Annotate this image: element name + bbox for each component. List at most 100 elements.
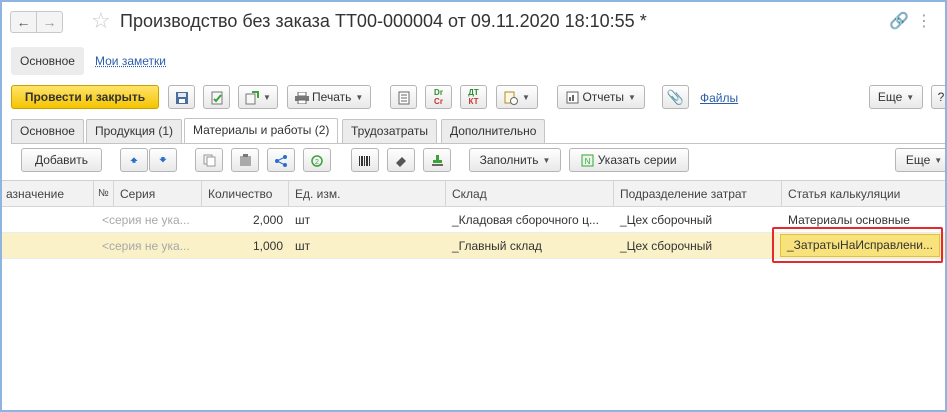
split-icon [275, 154, 287, 167]
cell-unit[interactable]: шт [289, 207, 446, 232]
dt-label: ДТ [468, 88, 479, 97]
cell-warehouse[interactable]: _Главный склад [446, 233, 614, 258]
tab-main[interactable]: Основное [11, 47, 84, 75]
forward-button[interactable]: → [36, 11, 63, 33]
print-button-label: Печать [312, 90, 352, 104]
materials-table: азначение № Серия Количество Ед. изм. Ск… [2, 180, 945, 402]
paste-button[interactable] [231, 148, 259, 172]
cell-cost-item[interactable]: Материалы основные [782, 207, 942, 232]
svg-text:N: N [585, 157, 591, 166]
paste-icon [239, 154, 251, 167]
tab-my-notes[interactable]: Мои заметки [86, 47, 175, 75]
table-row[interactable]: <серия не ука... 2,000 шт _Кладовая сбор… [2, 207, 945, 233]
more-button[interactable]: Еще ▼ [869, 85, 923, 109]
specify-series-label: Указать серии [597, 153, 677, 167]
post-and-close-button[interactable]: Провести и закрыть [11, 85, 159, 109]
section-tab-products[interactable]: Продукция (1) [86, 119, 183, 143]
cell-division[interactable]: _Цех сборочный [614, 233, 780, 258]
cell-unit[interactable]: шт [289, 233, 446, 258]
eraser-icon [396, 156, 406, 167]
col-division[interactable]: Подразделение затрат [614, 181, 782, 206]
section-tab-labor[interactable]: Трудозатраты [342, 119, 437, 143]
chevron-down-icon: ▼ [263, 92, 271, 102]
dr-cr-button[interactable]: Dr Cr [425, 85, 452, 109]
cell-warehouse[interactable]: _Кладовая сборочного ц... [446, 207, 614, 232]
col-warehouse[interactable]: Склад [446, 181, 614, 206]
arrow-left-icon: ← [16, 14, 31, 30]
fill-button[interactable]: Заполнить ▼ [469, 148, 561, 172]
clear-button[interactable] [387, 148, 415, 172]
cell-cost-item-editing[interactable]: _ЗатратыНаИсправлени... [780, 234, 940, 257]
col-series[interactable]: Серия [114, 181, 202, 206]
col-purpose[interactable]: азначение [2, 181, 94, 206]
window-title: Производство без заказа ТТ00-000004 от 0… [120, 11, 647, 31]
kt-label: КТ [468, 97, 479, 106]
section-tab-materials[interactable]: Материалы и работы (2) [184, 118, 339, 144]
cell-division[interactable]: _Цех сборочный [614, 207, 782, 232]
chevron-down-icon: ▼ [355, 92, 364, 102]
reports-button[interactable]: Отчеты ▼ [557, 85, 645, 109]
document-window: ← → ☆ Производство без заказа ТТ00-00000… [0, 0, 947, 412]
document-structure-button[interactable] [390, 85, 417, 109]
create-based-icon [245, 90, 260, 105]
link-icon[interactable]: 🔗 [889, 13, 909, 31]
chevron-down-icon: ▼ [542, 155, 551, 165]
files-link[interactable]: Файлы [700, 91, 738, 105]
add-button[interactable]: Добавить [21, 148, 102, 172]
svg-text:2: 2 [315, 159, 319, 166]
chevron-down-icon: ▼ [522, 92, 530, 102]
table-header: азначение № Серия Количество Ед. изм. Ск… [2, 181, 945, 207]
create-based-on-button[interactable]: ▼ [238, 85, 278, 109]
col-quantity[interactable]: Количество [202, 181, 289, 206]
col-unit[interactable]: Ед. изм. [289, 181, 446, 206]
chevron-down-icon: ▼ [934, 155, 943, 165]
more-vertical-icon[interactable]: ⋮ [916, 13, 932, 31]
list-document-icon [398, 91, 409, 105]
move-down-button[interactable]: 🠻 [149, 148, 177, 172]
arrow-right-icon: → [42, 14, 57, 30]
table-more-label: Еще [905, 153, 931, 167]
recalculate-button[interactable]: 2 [303, 148, 331, 172]
chevron-down-icon: ▼ [906, 92, 915, 102]
post-document-button[interactable] [203, 85, 230, 109]
chevron-down-icon: ▼ [627, 92, 636, 102]
copy-button[interactable] [195, 148, 223, 172]
more-button-label: Еще [877, 90, 903, 104]
structure-button[interactable]: ▼ [496, 85, 538, 109]
cell-series[interactable]: <серия не ука... [96, 233, 202, 258]
save-button[interactable] [168, 85, 195, 109]
refresh-icon: 2 [311, 155, 323, 167]
clock-document-icon [504, 91, 519, 105]
barcode-button[interactable] [351, 148, 379, 172]
reports-button-label: Отчеты [582, 90, 624, 104]
cell-quantity[interactable]: 1,000 [202, 233, 289, 258]
printer-icon [294, 91, 309, 104]
table-more-button[interactable]: Еще ▼ [895, 148, 945, 172]
specify-series-button[interactable]: N Указать серии [569, 148, 689, 172]
floppy-disk-icon [175, 91, 188, 104]
barcode-icon [359, 155, 370, 166]
help-button[interactable]: ? [931, 85, 945, 109]
arrow-up-icon: 🠹 [130, 153, 138, 167]
move-up-button[interactable]: 🠹 [120, 148, 148, 172]
col-cost-item[interactable]: Статья калькуляции [782, 181, 945, 206]
stamp-icon [431, 155, 443, 167]
attach-file-button[interactable]: 📎 [662, 85, 689, 109]
section-tab-additional[interactable]: Дополнительно [441, 119, 546, 143]
dr-label: Dr [434, 88, 443, 97]
col-number-icon: № [94, 181, 114, 206]
cell-series[interactable]: <серия не ука... [96, 207, 202, 232]
tab-divider [11, 143, 945, 144]
report-icon [566, 91, 579, 104]
stamp-button[interactable] [423, 148, 451, 172]
cell-quantity[interactable]: 2,000 [202, 207, 289, 232]
title-bar: ← → ☆ Производство без заказа ТТ00-00000… [2, 2, 945, 42]
back-button[interactable]: ← [10, 11, 37, 33]
favorite-star-icon[interactable]: ☆ [91, 8, 111, 34]
section-tab-main[interactable]: Основное [11, 119, 84, 143]
table-row-selected[interactable]: <серия не ука... 1,000 шт _Главный склад… [2, 233, 945, 259]
print-button[interactable]: Печать ▼ [287, 85, 371, 109]
split-button[interactable] [267, 148, 295, 172]
paperclip-icon: 📎 [666, 89, 685, 105]
dt-kt-button[interactable]: ДТ КТ [460, 85, 487, 109]
